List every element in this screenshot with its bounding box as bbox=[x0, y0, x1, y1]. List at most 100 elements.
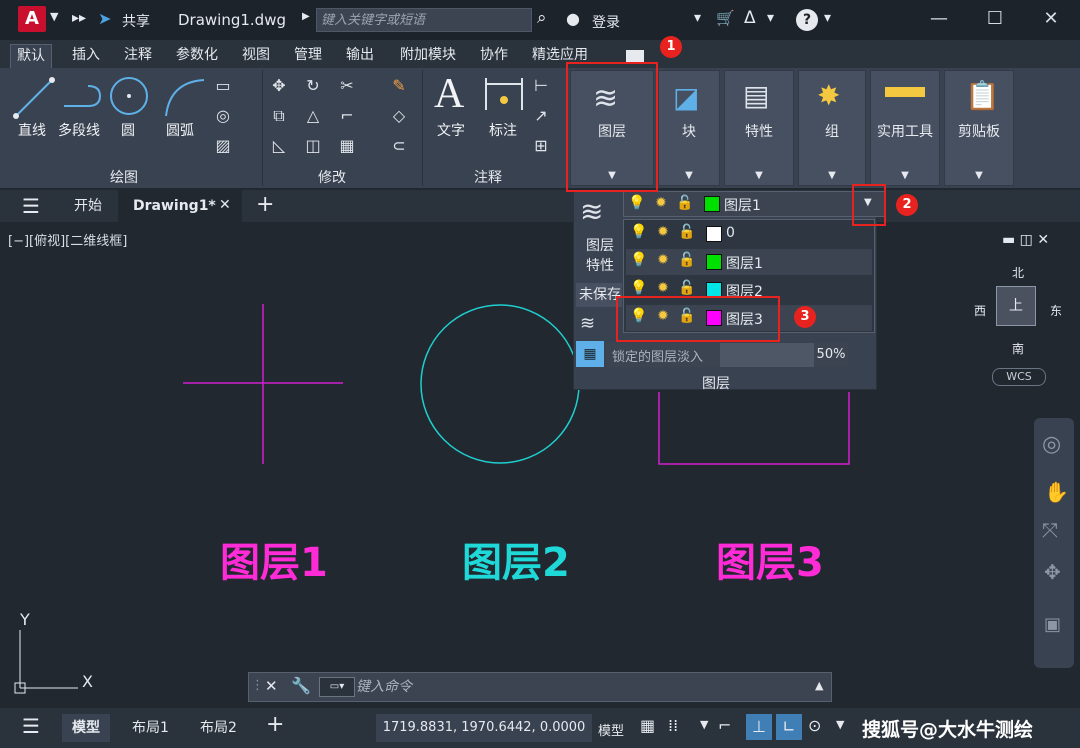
table-icon[interactable]: ⊞ bbox=[530, 136, 552, 156]
tab-insert[interactable]: 插入 bbox=[66, 44, 106, 68]
hatch-icon[interactable]: ▨ bbox=[212, 136, 234, 156]
wrench-icon[interactable]: 🔧 bbox=[291, 676, 311, 695]
ortho-icon[interactable]: ⊥ bbox=[746, 714, 772, 740]
layer-row-0[interactable]: 💡 ✹ 🔓 0 bbox=[626, 221, 872, 247]
tab-parametric[interactable]: 参数化 bbox=[170, 44, 224, 68]
lock-fade-icon[interactable]: ▦ bbox=[576, 341, 604, 367]
close-button[interactable]: ✕ bbox=[1036, 8, 1066, 32]
chevron-down-icon[interactable]: ▼ bbox=[836, 718, 844, 731]
line-tool[interactable]: 直线 bbox=[18, 120, 46, 140]
zoom-icon[interactable]: ⤧ bbox=[1042, 518, 1058, 542]
close-tab-icon[interactable]: ✕ bbox=[219, 197, 231, 213]
text-icon[interactable]: A bbox=[434, 70, 464, 118]
mirror-icon[interactable]: △ bbox=[302, 106, 324, 126]
new-tab-icon[interactable]: + bbox=[256, 192, 274, 217]
bulb-icon[interactable]: 💡 bbox=[630, 252, 648, 272]
maximize-button[interactable]: ☐ bbox=[980, 8, 1010, 32]
login-label[interactable]: 登录 bbox=[592, 12, 620, 32]
cart-icon[interactable]: 🛒 bbox=[716, 9, 735, 27]
wcs-button[interactable]: WCS bbox=[992, 368, 1046, 386]
dimension-tool[interactable]: 标注 bbox=[489, 120, 517, 140]
circle-tool[interactable]: 圆 bbox=[121, 120, 135, 140]
layer-properties-label-1[interactable]: 图层 bbox=[586, 235, 614, 255]
tab-addins[interactable]: 附加模块 bbox=[394, 44, 462, 68]
clipboard-tool[interactable]: 📋 剪贴板 ▼ bbox=[944, 70, 1014, 186]
dimension-icon[interactable] bbox=[484, 74, 524, 114]
chevron-down-icon[interactable]: ▼ bbox=[700, 718, 708, 731]
chevron-down-icon[interactable]: ▼ bbox=[50, 10, 58, 23]
autodesk-icon[interactable]: Δ bbox=[744, 8, 756, 28]
user-icon[interactable]: ● bbox=[566, 9, 580, 28]
tab-home[interactable]: 默认 bbox=[10, 44, 52, 68]
help-icon[interactable]: ? bbox=[796, 9, 818, 31]
app-logo[interactable]: A bbox=[18, 6, 46, 32]
sun-icon[interactable]: ✹ bbox=[654, 252, 672, 272]
layer-match-icon[interactable]: ≋ bbox=[580, 313, 595, 334]
tab-annotate[interactable]: 注释 bbox=[118, 44, 158, 68]
utilities-tool[interactable]: 实用工具 ▼ bbox=[870, 70, 940, 186]
fade-slider[interactable]: 锁定的图层淡入 bbox=[606, 343, 814, 367]
fillet-icon[interactable]: ⌐ bbox=[336, 106, 358, 126]
layer-row-1[interactable]: 💡 ✹ 🔓 图层1 bbox=[626, 249, 872, 275]
osnap-icon[interactable]: ⊙ bbox=[808, 716, 821, 735]
tab-manage[interactable]: 管理 bbox=[288, 44, 328, 68]
tab-start[interactable]: 开始 bbox=[60, 190, 116, 222]
search-icon[interactable]: ⌕ bbox=[537, 8, 547, 28]
tab-layout1[interactable]: 布局1 bbox=[122, 714, 179, 742]
menu-icon[interactable]: ☰ bbox=[22, 194, 40, 218]
tab-model[interactable]: 模型 bbox=[62, 714, 110, 742]
copy-icon[interactable]: ⧉ bbox=[268, 106, 290, 126]
fade-value[interactable]: 50% bbox=[814, 343, 848, 367]
layer-combo[interactable]: 💡 ✹ 🔓 图层1 ▼ bbox=[623, 191, 885, 217]
tab-layout2[interactable]: 布局2 bbox=[190, 714, 247, 742]
tab-collaborate[interactable]: 协作 bbox=[474, 44, 514, 68]
leader-icon[interactable]: ↗ bbox=[530, 106, 552, 126]
rotate-icon[interactable]: ↻ bbox=[302, 76, 324, 96]
coordinate-readout[interactable]: 1719.8831, 1970.6442, 0.0000 bbox=[376, 714, 592, 742]
quick-access-expand-icon[interactable]: ▸▸ bbox=[72, 10, 86, 26]
lock-open-icon[interactable]: 🔓 bbox=[678, 224, 696, 244]
grip-icon[interactable]: ⋮ bbox=[251, 678, 264, 693]
command-prompt-icon[interactable]: ▭▾ bbox=[319, 677, 355, 697]
ellipse-icon[interactable]: ◎ bbox=[212, 106, 234, 126]
steering-wheel-icon[interactable]: ◎ bbox=[1042, 432, 1061, 457]
explode-icon[interactable]: ◇ bbox=[388, 106, 410, 126]
offset-icon[interactable]: ⊂ bbox=[388, 136, 410, 156]
move-icon[interactable]: ✥ bbox=[268, 76, 290, 96]
pan-icon[interactable]: ✋ bbox=[1044, 480, 1069, 504]
viewcube-west[interactable]: 西 bbox=[974, 302, 986, 319]
polyline-tool[interactable]: 多段线 bbox=[58, 120, 100, 140]
sun-icon[interactable]: ✹ bbox=[654, 224, 672, 244]
share-label[interactable]: 共享 bbox=[122, 11, 150, 31]
lock-open-icon[interactable]: 🔓 bbox=[678, 252, 696, 272]
group-tool[interactable]: ✸ 组 ▼ bbox=[798, 70, 866, 186]
layer-properties-label-2[interactable]: 特性 bbox=[586, 255, 614, 275]
chevron-down-icon[interactable]: ▾ bbox=[694, 10, 701, 26]
viewcube-face[interactable]: 上 bbox=[996, 286, 1036, 326]
annotation-panel-label[interactable]: 注释 bbox=[474, 167, 502, 187]
scale-icon[interactable]: ◫ bbox=[302, 136, 324, 156]
viewcube-south[interactable]: 南 bbox=[1012, 340, 1024, 357]
search-input[interactable] bbox=[317, 9, 531, 32]
block-tool[interactable]: ◪ 块 ▼ bbox=[658, 70, 720, 186]
orbit-icon[interactable]: ✥ bbox=[1044, 560, 1061, 584]
text-tool[interactable]: 文字 bbox=[437, 120, 465, 140]
search-box[interactable] bbox=[316, 8, 532, 32]
showmotion-icon[interactable]: ▣ bbox=[1044, 614, 1061, 635]
close-icon[interactable]: ✕ bbox=[265, 677, 278, 695]
menu-icon[interactable]: ☰ bbox=[22, 714, 40, 738]
rectangle-icon[interactable]: ▭ bbox=[212, 76, 234, 96]
polar-icon[interactable]: ∟ bbox=[776, 714, 802, 740]
add-layout-icon[interactable]: + bbox=[266, 712, 284, 737]
infer-constraints-icon[interactable]: ⌐ bbox=[718, 716, 731, 735]
tab-view[interactable]: 视图 bbox=[236, 44, 276, 68]
snap-icon[interactable]: ⁞⁞ bbox=[668, 716, 678, 735]
grid-icon[interactable]: ▦ bbox=[640, 716, 655, 735]
drawing-canvas[interactable]: [−][俯视][二维线框] ▬ ◫ ✕ Y X 图层1 图层2 图层3 北 南 … bbox=[0, 222, 1080, 708]
minimize-button[interactable]: — bbox=[924, 8, 954, 32]
trim-icon[interactable]: ✂ bbox=[336, 76, 358, 96]
chevron-down-icon[interactable]: ▾ bbox=[767, 10, 774, 26]
erase-icon[interactable]: ✎ bbox=[388, 76, 410, 96]
draw-panel-label[interactable]: 绘图 bbox=[110, 167, 138, 187]
viewcube-east[interactable]: 东 bbox=[1050, 302, 1062, 319]
